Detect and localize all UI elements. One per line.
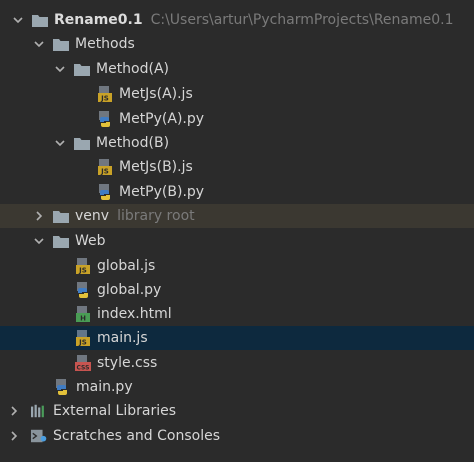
python-file-icon xyxy=(54,379,70,395)
folder-icon xyxy=(74,135,90,151)
chevron-right-icon[interactable] xyxy=(6,428,22,444)
css-file-icon: CSS xyxy=(75,355,91,371)
chevron-down-icon[interactable] xyxy=(10,12,26,28)
svg-text:JS: JS xyxy=(78,267,87,275)
tree-row-project-root[interactable]: Rename0.1 C:\Users\artur\PycharmProjects… xyxy=(0,8,474,32)
svg-text:JS: JS xyxy=(100,168,109,176)
folder-icon xyxy=(32,12,48,28)
tree-row-file[interactable]: main.py xyxy=(0,375,474,399)
folder-label: venv xyxy=(75,208,110,224)
file-label: MetPy(A).py xyxy=(119,111,205,127)
tree-row-venv[interactable]: venv library root xyxy=(0,204,474,228)
chevron-down-icon[interactable] xyxy=(52,135,68,151)
file-label: main.py xyxy=(76,379,133,395)
folder-icon xyxy=(53,208,69,224)
file-label: global.js xyxy=(97,258,156,274)
scratches-icon xyxy=(31,428,47,444)
js-file-icon: JS xyxy=(97,159,113,175)
tree-row-method-b[interactable]: Method(B) xyxy=(0,131,474,155)
file-label: style.css xyxy=(97,355,158,371)
tree-row-file[interactable]: JS MetJs(A).js xyxy=(0,82,474,106)
file-label: MetJs(B).js xyxy=(119,159,193,175)
js-file-icon: JS xyxy=(97,86,113,102)
tree-row-file-selected[interactable]: JS main.js xyxy=(0,326,474,350)
chevron-right-icon[interactable] xyxy=(6,403,22,419)
project-path: C:\Users\artur\PycharmProjects\Rename0.1 xyxy=(150,12,454,28)
tree-row-file[interactable]: JS global.js xyxy=(0,254,474,278)
project-name: Rename0.1 xyxy=(54,12,143,28)
folder-label: Method(A) xyxy=(96,61,170,77)
external-libraries-label: External Libraries xyxy=(53,403,176,419)
file-label: global.py xyxy=(97,282,162,298)
python-file-icon xyxy=(97,184,113,200)
chevron-right-icon[interactable] xyxy=(31,208,47,224)
tree-row-file[interactable]: JS MetJs(B).js xyxy=(0,155,474,179)
python-file-icon xyxy=(97,111,113,127)
tree-row-methods[interactable]: Methods xyxy=(0,32,474,56)
file-label: MetPy(B).py xyxy=(119,184,205,200)
file-label: index.html xyxy=(97,306,172,322)
folder-icon xyxy=(53,36,69,52)
tree-row-web[interactable]: Web xyxy=(0,229,474,253)
python-file-icon xyxy=(75,282,91,298)
svg-text:JS: JS xyxy=(100,95,109,103)
svg-text:H: H xyxy=(80,315,86,323)
tree-row-file[interactable]: MetPy(A).py xyxy=(0,107,474,131)
svg-text:JS: JS xyxy=(78,339,87,347)
tree-row-file[interactable]: CSS style.css xyxy=(0,351,474,375)
folder-icon xyxy=(53,233,69,249)
library-root-hint: library root xyxy=(117,208,195,224)
folder-label: Methods xyxy=(75,36,135,52)
libraries-icon xyxy=(31,403,47,419)
tree-row-file[interactable]: MetPy(B).py xyxy=(0,180,474,204)
project-tree: Rename0.1 C:\Users\artur\PycharmProjects… xyxy=(0,0,474,462)
chevron-down-icon[interactable] xyxy=(52,61,68,77)
tree-row-external-libraries[interactable]: External Libraries xyxy=(0,399,474,423)
file-label: main.js xyxy=(97,330,148,346)
chevron-down-icon[interactable] xyxy=(31,233,47,249)
tree-row-file[interactable]: global.py xyxy=(0,278,474,302)
tree-row-method-a[interactable]: Method(A) xyxy=(0,57,474,81)
js-file-icon: JS xyxy=(75,258,91,274)
chevron-down-icon[interactable] xyxy=(31,36,47,52)
folder-label: Web xyxy=(75,233,106,249)
folder-icon xyxy=(74,61,90,77)
scratches-label: Scratches and Consoles xyxy=(53,428,220,444)
tree-row-file[interactable]: H index.html xyxy=(0,302,474,326)
folder-label: Method(B) xyxy=(96,135,170,151)
file-label: MetJs(A).js xyxy=(119,86,193,102)
js-file-icon: JS xyxy=(75,330,91,346)
svg-text:CSS: CSS xyxy=(77,365,90,372)
html-file-icon: H xyxy=(75,306,91,322)
tree-row-scratches[interactable]: Scratches and Consoles xyxy=(0,424,474,448)
